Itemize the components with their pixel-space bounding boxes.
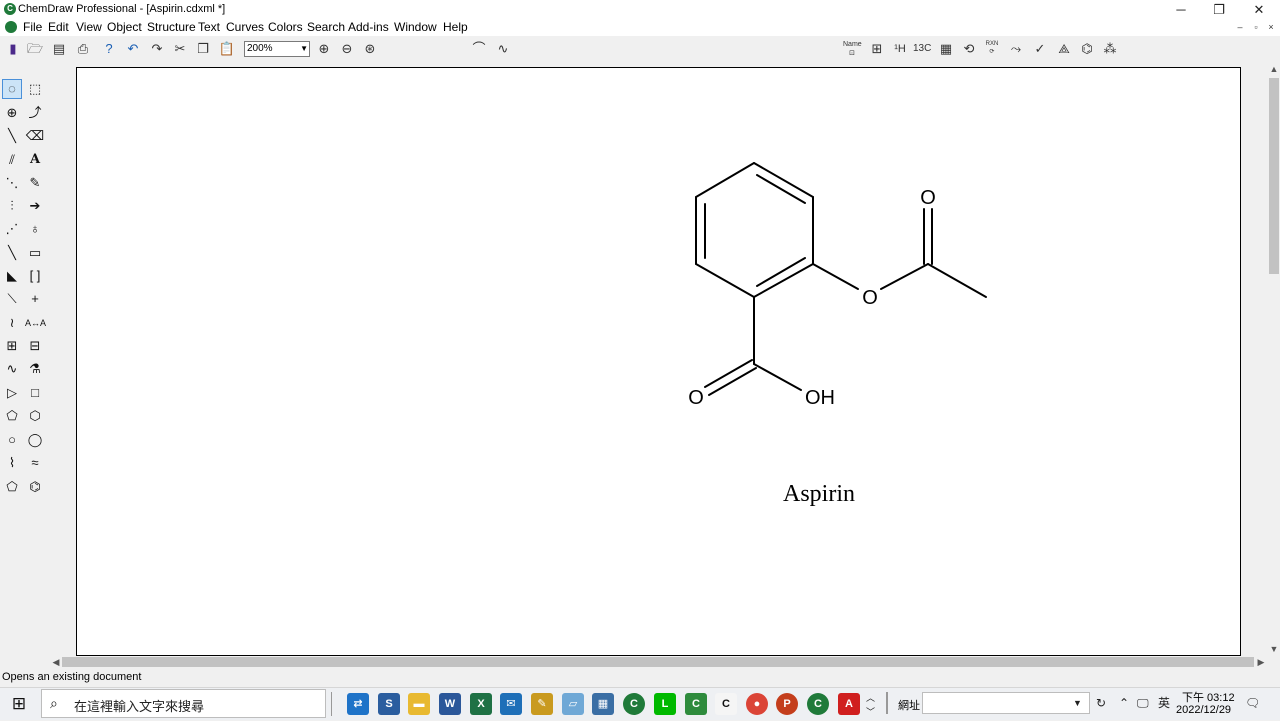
address-field[interactable] [922, 692, 1090, 714]
chevron-down-icon[interactable]: ﹀ [866, 703, 875, 721]
refresh-icon[interactable]: ↻ [1096, 694, 1106, 712]
teamviewer-app-icon[interactable]: ⇄ [347, 693, 369, 715]
powerpoint-app-icon[interactable]: P [776, 693, 798, 715]
clock-time[interactable]: 下午 03:12 [1182, 689, 1235, 705]
ring-bond[interactable] [753, 162, 814, 198]
chrome-app-icon[interactable]: ● [746, 693, 768, 715]
scroll-right-icon[interactable]: ▶ [1255, 656, 1267, 668]
line-app-icon[interactable]: L [654, 693, 676, 715]
atom-label-o[interactable]: O [862, 287, 878, 309]
input-method-icon[interactable]: 英 [1158, 694, 1170, 712]
screen-app-icon[interactable]: S [378, 693, 400, 715]
sticky-app-icon[interactable]: ✎ [531, 693, 553, 715]
vertical-scroll-thumb[interactable] [1269, 78, 1279, 274]
chevron-down-icon[interactable]: ▼ [1073, 694, 1082, 712]
file-explorer-icon[interactable]: ▬ [408, 693, 430, 715]
search-icon: ⌕ [50, 695, 58, 711]
scroll-up-icon[interactable]: ▲ [1268, 63, 1280, 75]
ring-bond[interactable] [753, 263, 814, 298]
status-message: Opens an existing document [2, 671, 142, 683]
search-placeholder: 在這裡輸入文字來搜尋 [74, 699, 205, 714]
atom-label-oh[interactable]: OH [805, 387, 835, 409]
network-icon[interactable]: 🖵 [1137, 694, 1149, 712]
calculator-app-icon[interactable]: ▦ [592, 693, 614, 715]
show-hidden-icons[interactable]: ⌃ [1119, 694, 1129, 712]
molecule-structure[interactable]: O O O OH Aspirin [0, 0, 1280, 720]
acrobat-app-icon[interactable]: A [838, 693, 860, 715]
atom-label-o[interactable]: O [688, 387, 704, 409]
excel-app-icon[interactable]: X [470, 693, 492, 715]
taskbar-divider [331, 692, 332, 716]
notes-app-icon[interactable]: ▱ [562, 693, 584, 715]
atom-label-o[interactable]: O [920, 187, 936, 209]
molecule-caption[interactable]: Aspirin [783, 481, 855, 507]
scroll-down-icon[interactable]: ▼ [1268, 643, 1280, 655]
c-oh-bond[interactable] [753, 363, 802, 391]
c-o-bond[interactable] [812, 263, 859, 290]
clock-date[interactable]: 2022/12/29 [1176, 704, 1231, 716]
word-app-icon[interactable]: W [439, 693, 461, 715]
chemoffice-app-icon[interactable]: C [715, 693, 737, 715]
horizontal-scroll-thumb[interactable] [62, 657, 1254, 667]
mail-app-icon[interactable]: ✉ [500, 693, 522, 715]
status-bar [0, 668, 1280, 687]
ring-bond[interactable] [695, 263, 755, 298]
o-c-bond[interactable] [880, 263, 929, 290]
notification-icon[interactable]: 🗨 [1245, 694, 1260, 712]
windows-start-icon[interactable]: ⊞ [8, 694, 30, 714]
address-label: 網址 [898, 700, 920, 712]
methyl-bond[interactable] [927, 263, 987, 298]
scroll-left-icon[interactable]: ◀ [50, 656, 62, 668]
chemdraw-taskbar-icon[interactable]: C [623, 693, 645, 715]
chem3d-app-icon[interactable]: C [685, 693, 707, 715]
chemdraw-active-icon[interactable]: C [807, 693, 829, 715]
ring-bond[interactable] [695, 162, 755, 198]
toolbar-handle[interactable] [886, 692, 888, 714]
